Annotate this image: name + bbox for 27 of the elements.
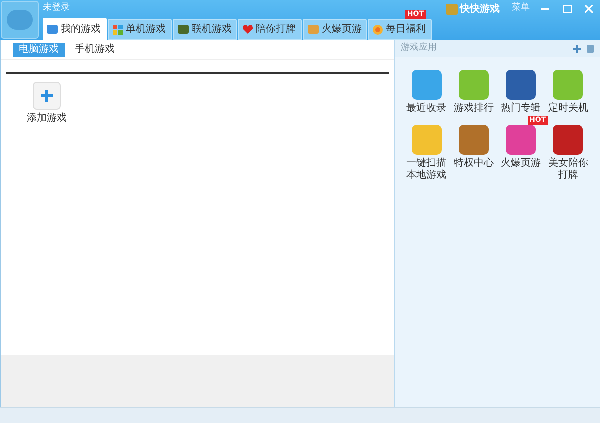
add-icon[interactable] [573,44,581,52]
app-tile[interactable]: 热门专辑 [498,70,545,115]
app-tile[interactable]: 定时关机 [544,70,592,115]
app-tile[interactable]: 最近收录 [403,70,450,115]
heart-icon [243,25,253,34]
coin-icon [373,24,383,34]
plus-icon [41,90,53,102]
minimize-icon [541,8,549,10]
app-tile[interactable]: 一键扫描本地游戏 [403,125,450,182]
add-game-label: 添加游戏 [27,112,67,126]
nav-tab[interactable]: 联机游戏 [173,19,237,40]
nav-tab[interactable]: 单机游戏 [108,19,172,40]
nav-tab[interactable]: 每日福利 [368,19,432,40]
brand-name: 快快游戏 [460,2,500,16]
close-icon [585,5,593,13]
nav-tab[interactable]: 陪你打牌 [238,19,302,40]
app-tile[interactable]: 火爆页游 [498,125,545,170]
add-game-button[interactable] [33,82,61,110]
tiles-icon [113,24,123,34]
sub-tab[interactable]: 手机游戏 [69,42,121,56]
app-tile[interactable]: 特权中心 [450,125,498,170]
app-tile[interactable]: 美女陪你打牌 [544,125,592,182]
login-status: 未登录 [43,2,70,16]
nav-tab[interactable]: 火爆页游 [303,19,367,40]
panel-title: 游戏应用 [401,42,438,55]
nav-tab[interactable]: 我的游戏 [43,18,107,40]
app-tile[interactable]: 游戏排行 [450,70,498,115]
